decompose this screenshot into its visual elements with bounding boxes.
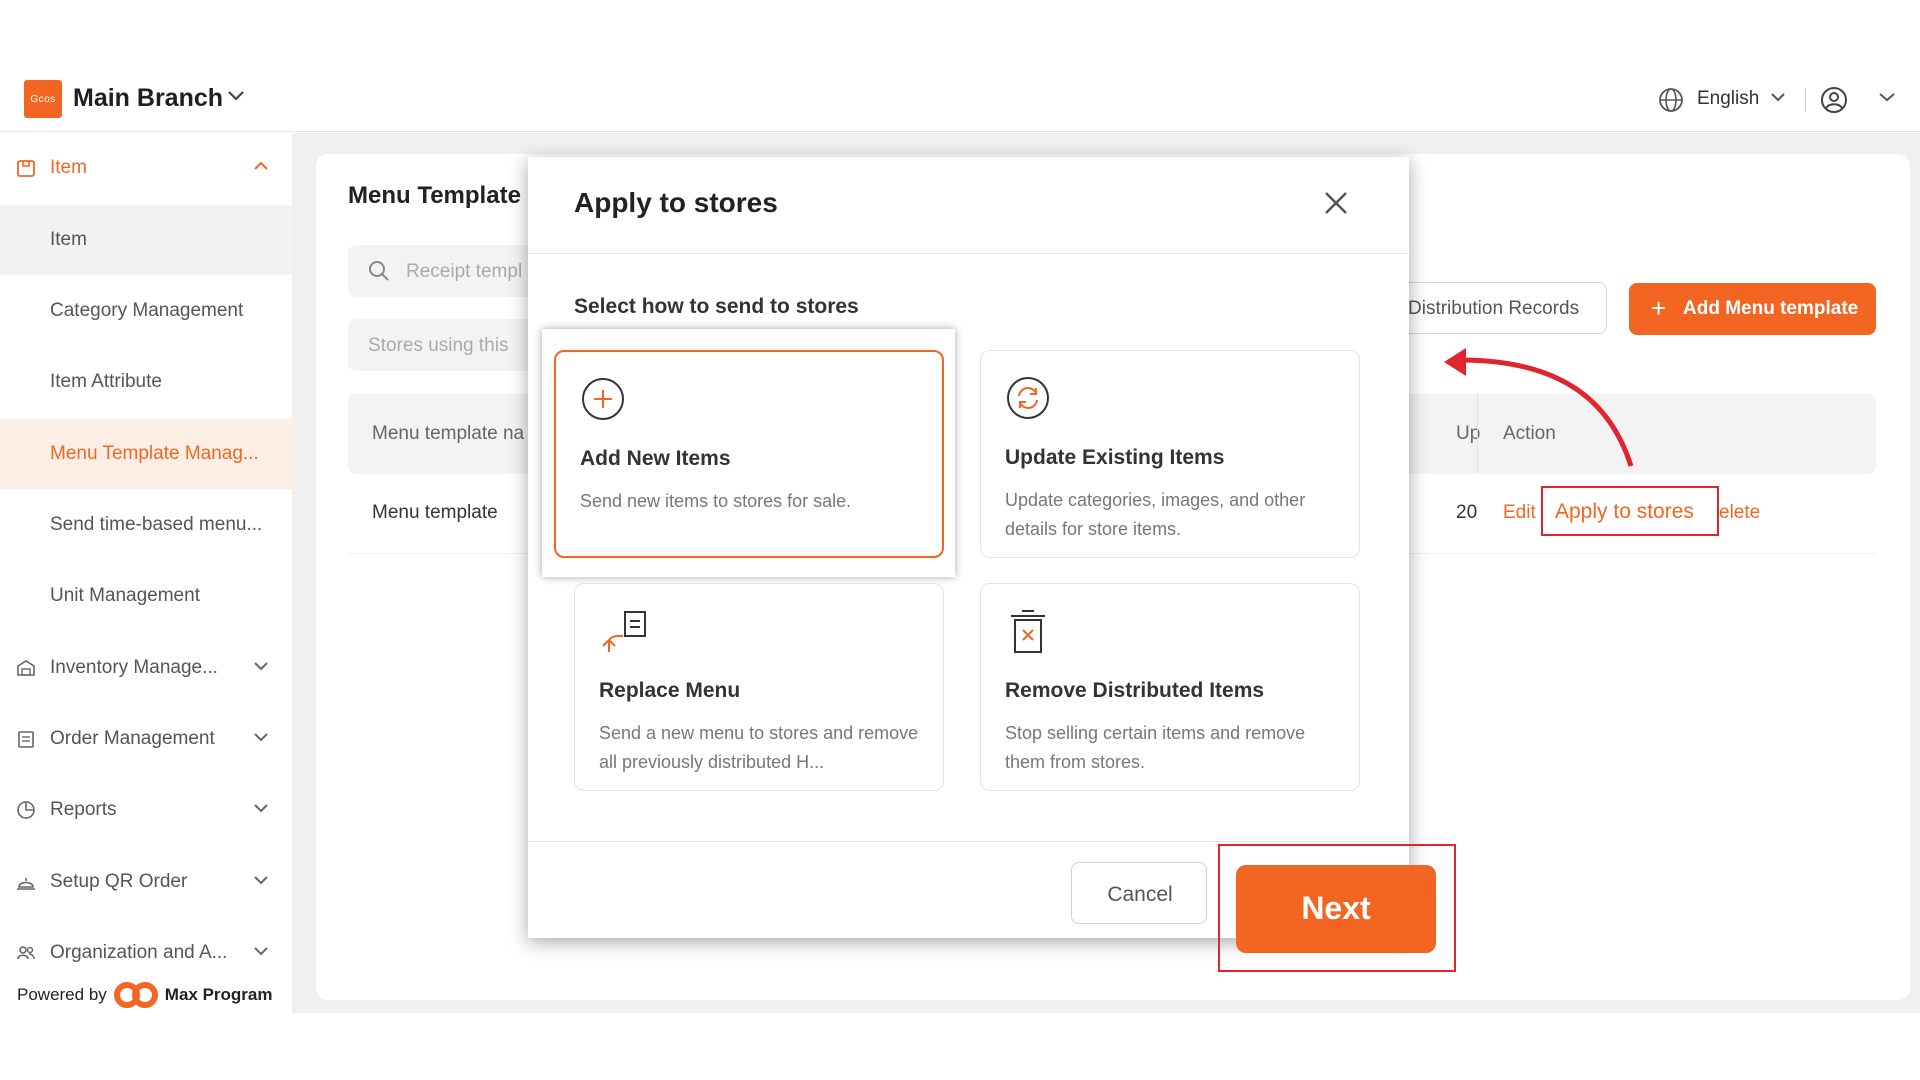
sidebar-item-label: Order Management — [50, 728, 215, 749]
sidebar-item-label: Item — [50, 157, 87, 178]
chevron-down-icon[interactable] — [253, 803, 269, 813]
sidebar-subitem-menu-template[interactable]: Menu Template Manag... — [0, 419, 293, 489]
warehouse-icon — [17, 660, 35, 676]
close-icon[interactable] — [1323, 190, 1349, 216]
option-remove-distributed-items[interactable]: Remove Distributed Items Stop selling ce… — [980, 583, 1360, 791]
sidebar-subitem-item[interactable]: Item — [0, 205, 293, 275]
language-selector[interactable]: English — [1697, 88, 1759, 110]
sidebar-subitem-label: Category Management — [50, 300, 244, 321]
annotation-arrow-icon — [1444, 348, 1634, 467]
chevron-down-icon[interactable] — [1770, 92, 1786, 103]
search-placeholder: Receipt templ — [406, 261, 523, 282]
sidebar-subitem-label: Menu Template Manag... — [50, 443, 259, 464]
cell-updated: 20 — [1456, 502, 1478, 523]
sidebar-subitem-unit-management[interactable]: Unit Management — [0, 561, 293, 631]
stores-filter-select[interactable]: Stores using this — [348, 319, 548, 371]
user-icon[interactable] — [1820, 86, 1848, 114]
chevron-down-icon[interactable] — [253, 946, 269, 956]
next-label: Next — [1301, 890, 1371, 926]
top-bar: Gcos Main Branch English — [0, 62, 1920, 132]
search-icon — [369, 261, 389, 281]
sidebar-subitem-label: Unit Management — [50, 585, 200, 606]
box-icon — [17, 160, 35, 177]
plus-icon: + — [1651, 293, 1667, 323]
option-title: Add New Items — [580, 447, 731, 470]
dialog-subtitle: Select how to send to stores — [574, 295, 859, 318]
option-description: Update categories, images, and other det… — [1005, 490, 1306, 539]
service-bell-icon — [17, 878, 35, 890]
chevron-down-icon[interactable] — [227, 90, 245, 102]
sidebar-item-label: Inventory Manage... — [50, 657, 218, 678]
clipboard-icon — [18, 731, 34, 748]
sidebar-item-reports[interactable]: Reports — [0, 775, 293, 845]
sidebar-subitem-time-based-menu[interactable]: Send time-based menu... — [0, 490, 293, 560]
chevron-down-icon[interactable] — [253, 732, 269, 742]
divider — [528, 253, 1409, 254]
people-icon — [17, 946, 35, 960]
sidebar-subitem-item-attribute[interactable]: Item Attribute — [0, 347, 293, 417]
apply-to-stores-label: Apply to stores — [1555, 500, 1694, 523]
branch-selector-label[interactable]: Main Branch — [73, 84, 223, 113]
chevron-down-icon[interactable] — [253, 875, 269, 885]
option-title: Update Existing Items — [1005, 446, 1225, 469]
trash-x-icon — [1011, 610, 1045, 653]
sidebar-subitem-label: Item Attribute — [50, 371, 162, 392]
sidebar-item-organization[interactable]: Organization and A... — [0, 918, 293, 988]
max-program-logo-icon — [113, 982, 158, 1008]
sidebar-subitem-label: Send time-based menu... — [50, 514, 263, 535]
column-header-name: Menu template na — [372, 423, 525, 444]
option-add-new-items[interactable]: Add New Items Send new items to stores f… — [554, 350, 944, 558]
sidebar-item-label: Setup QR Order — [50, 871, 188, 892]
refresh-circle-icon — [1007, 377, 1049, 419]
chevron-up-icon[interactable] — [253, 161, 269, 171]
plus-circle-icon — [582, 378, 624, 420]
replace-doc-icon — [602, 611, 646, 652]
chevron-down-icon[interactable] — [1878, 92, 1896, 103]
next-button[interactable]: Next — [1236, 865, 1436, 953]
sidebar-subitem-category-management[interactable]: Category Management — [0, 276, 293, 346]
globe-icon[interactable] — [1658, 87, 1684, 113]
divider — [528, 841, 1409, 842]
apply-to-stores-link[interactable]: Apply to stores — [1541, 486, 1719, 536]
chevron-down-icon[interactable] — [253, 661, 269, 671]
option-replace-menu[interactable]: Replace Menu Send a new menu to stores a… — [574, 583, 944, 791]
distribution-records-label: Distribution Records — [1408, 298, 1580, 319]
option-description: Stop selling certain items and remove th… — [1005, 723, 1306, 772]
sidebar-subitem-label: Item — [50, 229, 87, 250]
option-description: Send a new menu to stores and remove all… — [599, 723, 919, 772]
cancel-button[interactable]: Cancel — [1071, 862, 1207, 924]
sidebar-item-label: Organization and A... — [50, 942, 228, 963]
brand-logo: Gcos — [24, 80, 62, 118]
powered-by: Powered by Max Program — [17, 980, 272, 1010]
divider — [1805, 88, 1806, 112]
search-input[interactable]: Receipt templ — [348, 245, 548, 297]
add-menu-template-label: Add Menu template — [1683, 298, 1859, 319]
dialog-title: Apply to stores — [574, 187, 778, 218]
edit-link[interactable]: Edit — [1503, 502, 1536, 524]
sidebar-item-label: Reports — [50, 799, 117, 820]
cell-name: Menu template — [372, 502, 498, 523]
sidebar-item-item[interactable]: Item — [0, 133, 293, 203]
add-menu-template-button[interactable]: + Add Menu template — [1629, 283, 1876, 335]
page-title: Menu Template — [348, 182, 521, 209]
delete-link[interactable]: elete — [1719, 502, 1760, 524]
sidebar-item-inventory[interactable]: Inventory Manage... — [0, 633, 293, 703]
option-title: Replace Menu — [599, 679, 741, 702]
option-update-existing-items[interactable]: Update Existing Items Update categories,… — [980, 350, 1360, 558]
powered-by-brand: Max Program — [164, 985, 273, 1004]
sidebar: Item Item Category Management Item Attri… — [0, 133, 293, 1013]
powered-by-label: Powered by — [17, 985, 107, 1004]
pie-chart-icon — [17, 801, 35, 819]
cancel-label: Cancel — [1107, 883, 1173, 906]
option-description: Send new items to stores for sale. — [580, 491, 852, 511]
sidebar-item-order-management[interactable]: Order Management — [0, 704, 293, 774]
option-title: Remove Distributed Items — [1005, 679, 1265, 702]
stores-filter-placeholder: Stores using this — [368, 335, 509, 356]
distribution-records-button[interactable]: Distribution Records — [1395, 282, 1607, 334]
page: Gcos Main Branch English Item Item Categ… — [0, 0, 1920, 1080]
sidebar-item-setup-qr-order[interactable]: Setup QR Order — [0, 847, 293, 917]
apply-to-stores-dialog: Apply to stores Select how to send to st… — [528, 157, 1409, 938]
